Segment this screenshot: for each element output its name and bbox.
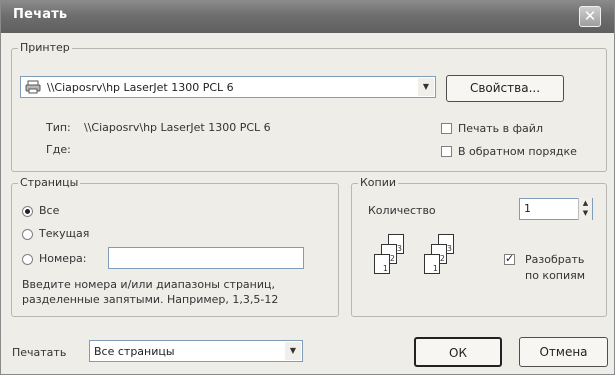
close-button[interactable]: ✕ xyxy=(579,6,601,27)
reverse-order-label[interactable]: В обратном порядке xyxy=(458,145,577,158)
properties-button[interactable]: Свойства... xyxy=(446,75,564,102)
print-to-file-label[interactable]: Печать в файл xyxy=(458,122,543,135)
pages-legend: Страницы xyxy=(18,176,81,189)
title-bar[interactable]: Печать ✕ xyxy=(1,1,614,33)
printer-type-value: \\Ciaposrv\hp LaserJet 1300 PCL 6 xyxy=(84,121,271,134)
printer-icon xyxy=(25,80,41,94)
print-range-label: Печатать xyxy=(12,346,67,359)
printer-type-label: Тип: xyxy=(46,121,71,134)
printer-where-label: Где: xyxy=(46,143,71,156)
printer-select[interactable]: \\Ciaposrv\hp LaserJet 1300 PCL 6 ▼ xyxy=(20,76,436,98)
copies-count-input[interactable]: 1 ▲ ▼ xyxy=(519,198,593,220)
collate-page: 1 xyxy=(374,254,390,274)
close-icon: ✕ xyxy=(583,7,597,25)
print-to-file-checkbox[interactable] xyxy=(441,123,452,134)
page-numbers-input[interactable] xyxy=(108,247,304,269)
pages-group: Страницы Все Текущая Номера: Введите ном… xyxy=(11,176,339,317)
pages-numbers-radio[interactable] xyxy=(22,254,33,265)
copies-count-label: Количество xyxy=(368,204,436,217)
collate-label-line2[interactable]: по копиям xyxy=(525,269,585,282)
pages-hint: Введите номера и/или диапазоны страниц, … xyxy=(22,278,279,306)
print-range-select[interactable]: Все страницы ▼ xyxy=(89,340,303,362)
pages-numbers-label[interactable]: Номера: xyxy=(39,252,87,265)
print-range-value: Все страницы xyxy=(94,345,175,358)
pages-all-label[interactable]: Все xyxy=(39,204,59,217)
pages-all-radio[interactable] xyxy=(22,206,33,217)
printer-name-value: \\Ciaposrv\hp LaserJet 1300 PCL 6 xyxy=(47,81,234,94)
chevron-down-icon[interactable]: ▼ xyxy=(418,78,434,96)
printer-group: Принтер \\Ciaposrv\hp LaserJet 1300 PCL … xyxy=(11,41,607,172)
copies-legend: Копии xyxy=(358,176,399,189)
cancel-button[interactable]: Отмена xyxy=(519,337,608,367)
collate-checkbox[interactable] xyxy=(504,252,515,265)
copies-count-value: 1 xyxy=(524,202,531,215)
copies-group: Копии Количество 1 ▲▼ 3 2 1 3 2 1 Разобр… xyxy=(351,176,607,317)
print-dialog: Печать ✕ Принтер \\Ciaposrv\hp LaserJet … xyxy=(0,0,615,375)
ok-button[interactable]: ОК xyxy=(414,337,502,367)
pages-current-radio[interactable] xyxy=(22,229,33,240)
pages-current-label[interactable]: Текущая xyxy=(39,227,89,240)
collate-label-line1[interactable]: Разобрать xyxy=(525,253,584,266)
collate-illustration: 3 2 1 3 2 1 xyxy=(368,234,468,304)
window-title: Печать xyxy=(13,7,68,22)
collate-page: 1 xyxy=(424,254,440,274)
spinner-arrows-icon[interactable]: ▲ ▼ xyxy=(578,198,592,220)
printer-legend: Принтер xyxy=(18,41,72,54)
chevron-down-icon[interactable]: ▼ xyxy=(285,342,301,360)
reverse-order-checkbox[interactable] xyxy=(441,146,452,157)
